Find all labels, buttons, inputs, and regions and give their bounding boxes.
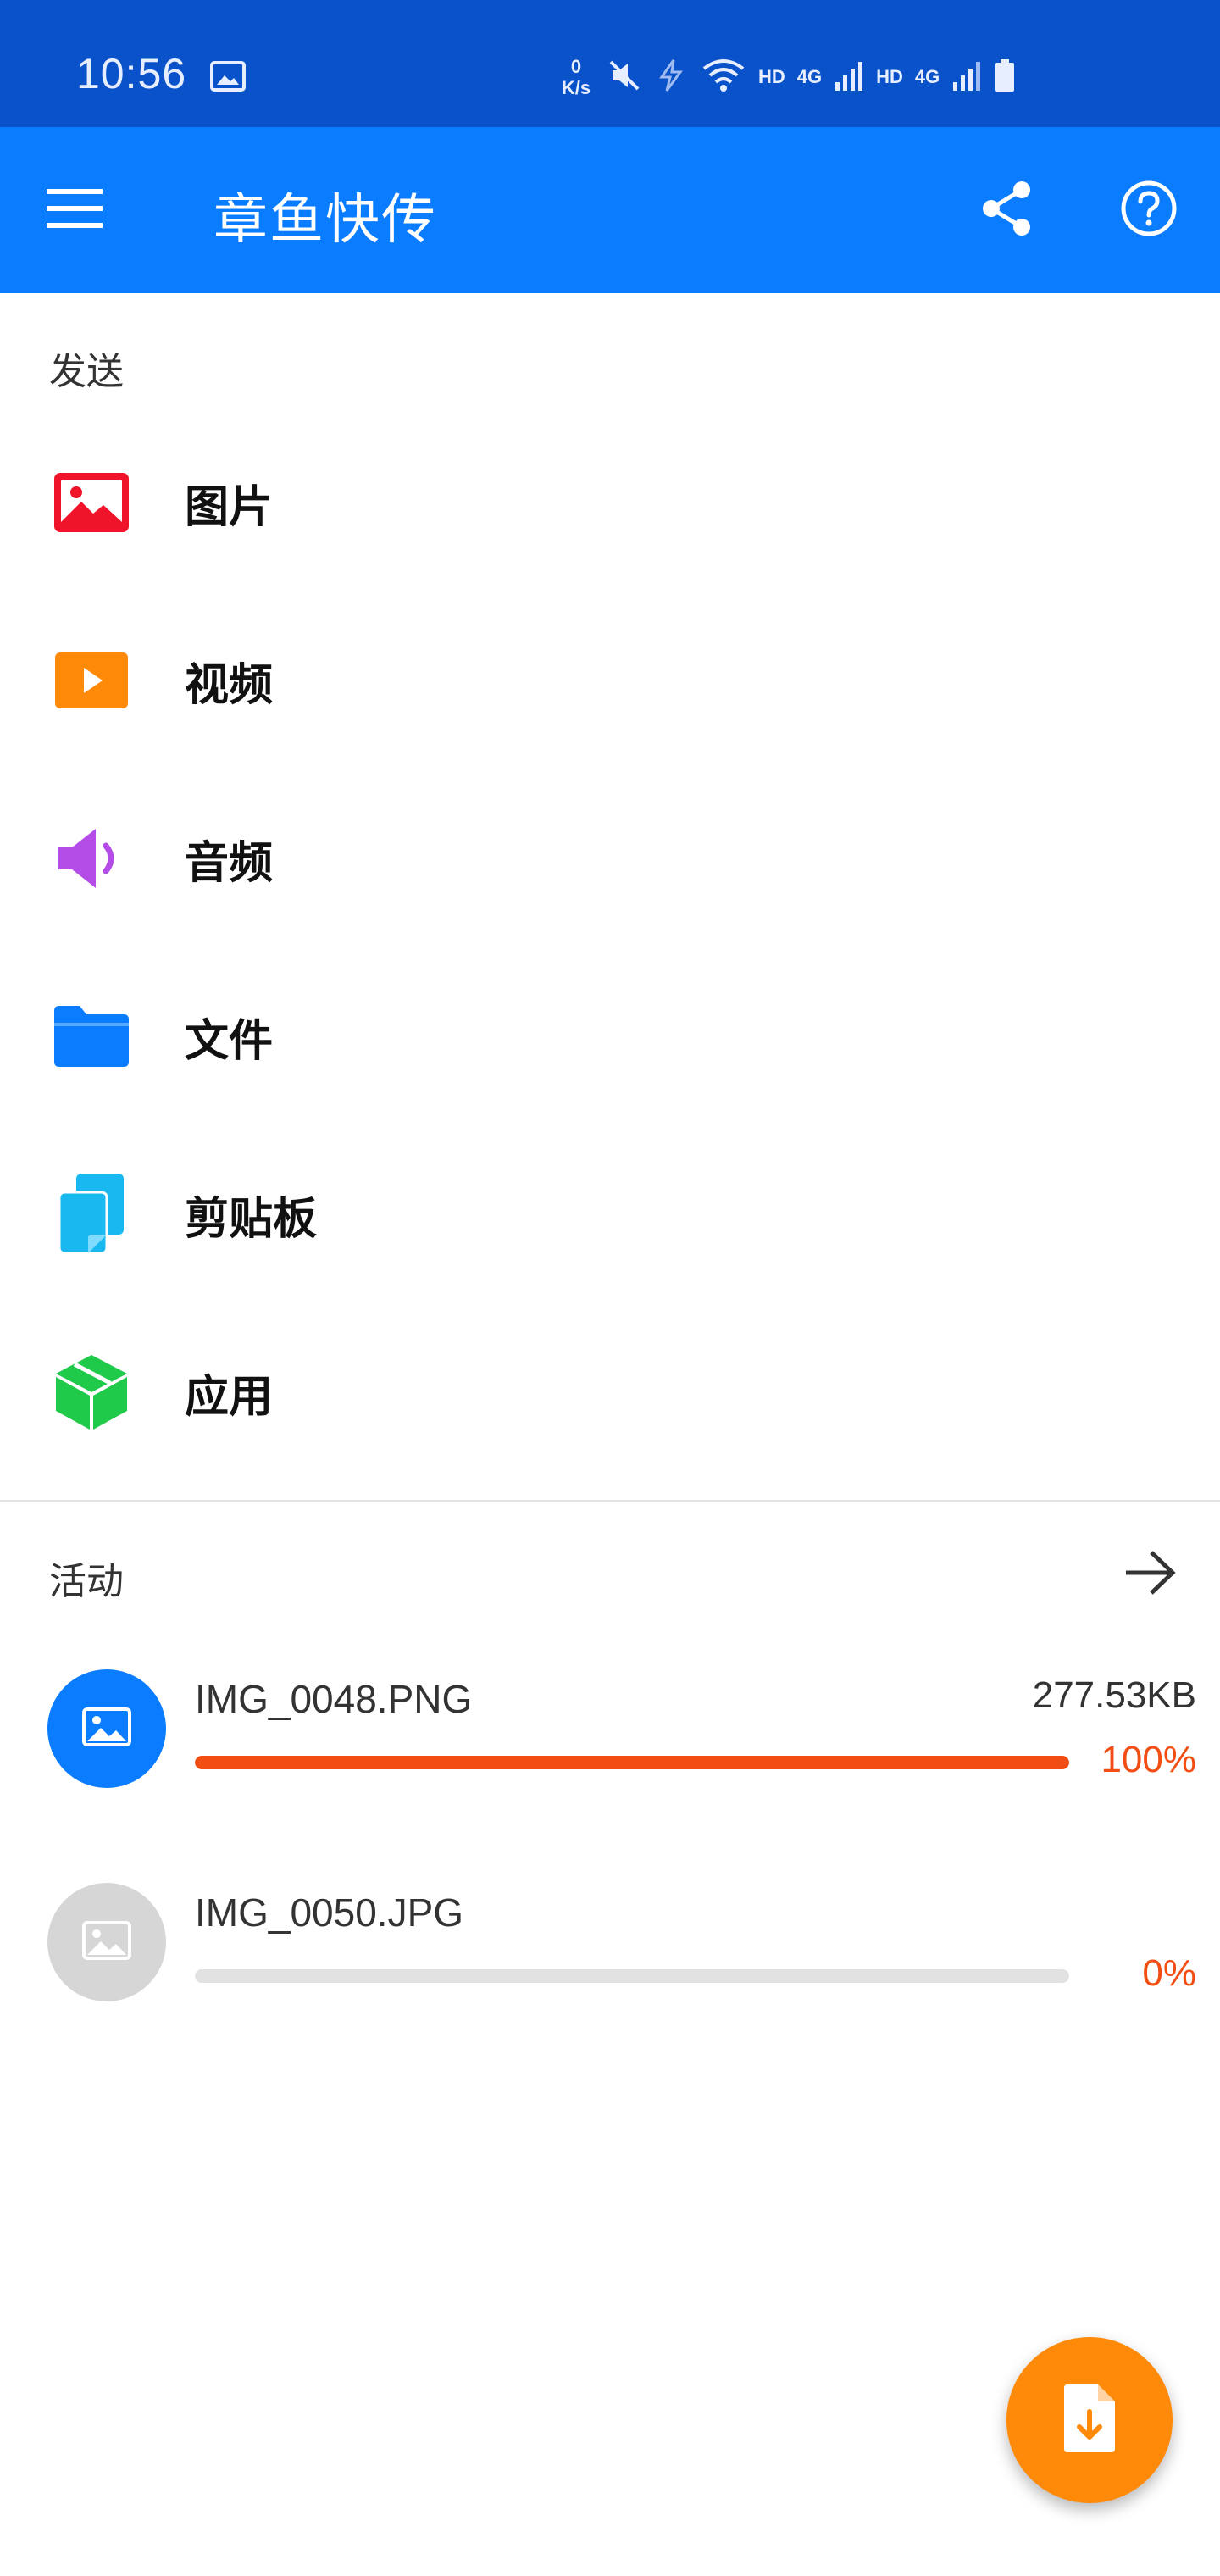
send-item-label: 音频 xyxy=(185,838,274,888)
app-bar: 章鱼快传 xyxy=(0,127,1220,293)
image-icon xyxy=(210,61,246,92)
file-thumbnail xyxy=(47,1883,166,2001)
send-item-label: 图片 xyxy=(185,482,274,532)
file-name: IMG_0048.PNG xyxy=(195,1677,473,1721)
send-item-image[interactable]: 图片 xyxy=(0,414,1220,591)
progress-bar xyxy=(195,1756,1069,1769)
status-time: 10:56 xyxy=(76,50,187,97)
send-item-label: 应用 xyxy=(185,1372,274,1422)
progress-percent: 0% xyxy=(1142,1952,1196,1994)
transfer-item[interactable]: IMG_0050.JPG 0% xyxy=(0,1857,1220,2027)
file-name: IMG_0050.JPG xyxy=(195,1890,464,1935)
mute-vibrate-icon xyxy=(606,57,643,98)
help-icon xyxy=(1120,180,1178,242)
image-icon xyxy=(49,460,134,545)
receive-file-button[interactable] xyxy=(1006,2337,1173,2503)
section-divider xyxy=(0,1500,1220,1502)
net-type-2: 4G xyxy=(914,66,940,87)
send-item-label: 文件 xyxy=(185,1016,274,1066)
clipboard-icon xyxy=(49,1172,134,1257)
share-button[interactable] xyxy=(966,169,1047,251)
menu-icon xyxy=(47,187,103,234)
image-icon xyxy=(82,1920,131,1964)
signal-icon xyxy=(834,58,864,97)
send-item-video[interactable]: 视频 xyxy=(0,591,1220,769)
file-size: 277.53KB xyxy=(1032,1674,1196,1716)
speaker-icon xyxy=(49,816,134,901)
send-item-label: 视频 xyxy=(185,660,274,710)
arrow-right-icon xyxy=(1124,1549,1177,1601)
send-item-file[interactable]: 文件 xyxy=(0,947,1220,1125)
send-section-title: 发送 xyxy=(49,351,124,392)
hd-label-2: HD xyxy=(876,66,903,87)
activity-section-title: 活动 xyxy=(49,1561,124,1602)
video-play-icon xyxy=(49,638,134,723)
progress-percent: 100% xyxy=(1101,1739,1196,1780)
app-box-icon xyxy=(49,1350,134,1435)
help-button[interactable] xyxy=(1108,169,1190,251)
progress-fill xyxy=(195,1756,1069,1769)
transfer-item[interactable]: IMG_0048.PNG 277.53KB 100% xyxy=(0,1644,1220,1813)
send-list: 图片 视频 音频 文件 剪贴板 应用 xyxy=(0,414,1220,1481)
share-icon xyxy=(979,180,1034,242)
net-speed: 0 K/s xyxy=(555,56,597,98)
net-type-1: 4G xyxy=(796,66,823,87)
no-charge-icon xyxy=(655,57,689,98)
net-speed-unit: K/s xyxy=(561,77,591,98)
activity-more-button[interactable] xyxy=(1110,1534,1191,1615)
signal-icon xyxy=(951,58,982,97)
battery-icon xyxy=(994,58,1016,97)
folder-icon xyxy=(49,994,134,1079)
send-item-label: 剪贴板 xyxy=(185,1194,318,1244)
net-speed-value: 0 xyxy=(570,56,582,77)
file-download-icon xyxy=(1062,2384,1117,2457)
progress-bar xyxy=(195,1969,1069,1983)
menu-button[interactable] xyxy=(34,169,115,251)
hd-label-1: HD xyxy=(758,66,785,87)
status-bar: 10:56 0 K/s HD 4G HD 4G xyxy=(0,0,1220,127)
image-icon xyxy=(82,1707,131,1751)
wifi-icon xyxy=(701,57,746,98)
status-icons: HD 4G HD 4G xyxy=(606,56,1016,98)
send-item-audio[interactable]: 音频 xyxy=(0,769,1220,947)
send-item-app[interactable]: 应用 xyxy=(0,1303,1220,1481)
send-item-clipboard[interactable]: 剪贴板 xyxy=(0,1125,1220,1303)
file-thumbnail xyxy=(47,1669,166,1788)
app-title: 章鱼快传 xyxy=(214,189,437,250)
